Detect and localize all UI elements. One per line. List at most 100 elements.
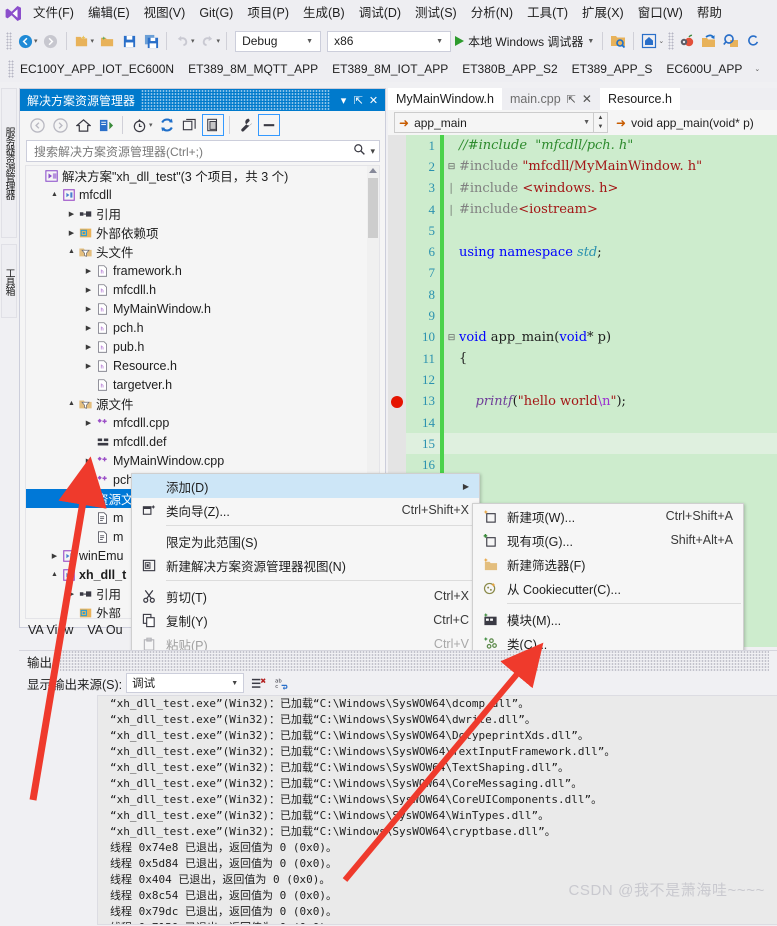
chevron-down-icon[interactable]: ▼ (587, 38, 594, 45)
tree-row[interactable]: ▶ 外部依赖项 (26, 223, 379, 242)
tree-expander-icon[interactable]: ▶ (83, 305, 94, 313)
new-project-dropdown-icon[interactable]: ▾ (91, 37, 95, 45)
search-icon[interactable] (353, 143, 366, 159)
collapse-all-icon[interactable] (179, 114, 201, 136)
toolbar-extra-icon[interactable] (742, 30, 764, 52)
menu-item-edit[interactable]: 编辑(E) (81, 0, 137, 26)
breakpoint-icon[interactable] (391, 395, 403, 408)
fold-marker-icon[interactable]: │ (446, 205, 457, 215)
tree-row[interactable]: ▶ 引用 (26, 204, 379, 223)
code-line[interactable]: 5 (406, 220, 777, 242)
navigate-backward-dropdown-icon[interactable]: ▾ (34, 37, 38, 45)
tree-row[interactable]: ▲ 源文件 (26, 394, 379, 413)
code-line[interactable]: 13 printf("hello world\n"); (406, 390, 777, 412)
tree-expander-icon[interactable]: ▲ (49, 191, 60, 198)
home-icon[interactable] (72, 114, 94, 136)
code-line[interactable]: 15 (406, 433, 777, 455)
titlebar-drag-handle[interactable] (141, 89, 330, 111)
tab-va-view[interactable]: VA View (28, 623, 73, 637)
toolbar-grip[interactable] (6, 32, 12, 50)
tree-expander-icon[interactable]: ▶ (83, 457, 94, 465)
chevron-down-icon[interactable]: ▾ (366, 146, 375, 157)
fold-marker-icon[interactable]: ⊟ (446, 161, 457, 172)
pending-changes-icon[interactable] (128, 114, 150, 136)
output-drag-handle[interactable] (60, 651, 769, 671)
code-line[interactable]: 1 //#include "mfcdll/pch. h" (406, 135, 777, 157)
close-icon[interactable]: ✕ (366, 94, 381, 107)
menu-item-tools[interactable]: 工具(T) (520, 0, 575, 26)
close-icon[interactable]: ✕ (582, 92, 592, 106)
tree-expander-icon[interactable]: ▶ (83, 286, 94, 294)
menu-item-file[interactable]: 文件(F) (26, 0, 81, 26)
forward-icon[interactable] (49, 114, 71, 136)
tree-expander-icon[interactable]: ▶ (83, 362, 94, 370)
context-menu-item[interactable]: 限定为此范围(S) (132, 529, 479, 553)
refresh-folder-icon[interactable] (698, 30, 720, 52)
tree-row[interactable]: h targetver.h (26, 375, 379, 394)
add-submenu-item[interactable]: 新建筛选器(F) (473, 552, 743, 576)
navigation-spinner[interactable]: ▲ ▼ (594, 112, 608, 133)
chevron-down-icon[interactable]: ▾ (336, 94, 351, 107)
project-tab-4[interactable]: ET389_APP_S (572, 62, 653, 76)
back-icon[interactable] (26, 114, 48, 136)
start-debugging-button[interactable]: 本地 Windows 调试器 ▼ (451, 33, 598, 50)
redo-icon[interactable] (197, 30, 219, 52)
context-menu-item[interactable]: 添加(D) ▶ (132, 474, 479, 498)
chevron-down-icon[interactable]: ▾ (149, 121, 153, 129)
tree-expander-icon[interactable]: ▲ (66, 495, 77, 502)
add-submenu-item[interactable]: 模块(M)... (473, 607, 743, 631)
toolbar-grip[interactable] (668, 32, 675, 50)
tree-row[interactable]: ▶ MyMainWindow.cpp (26, 451, 379, 470)
search-input[interactable]: 搜索解决方案资源管理器(Ctrl+;) (34, 143, 353, 160)
search-folder-icon[interactable] (607, 30, 629, 52)
wrap-text-icon[interactable]: ab c (272, 673, 292, 693)
tree-expander-icon[interactable]: ▶ (66, 210, 77, 218)
properties-icon[interactable] (235, 114, 257, 136)
tree-row[interactable]: 解决方案"xh_dll_test"(3 个项目，共 3 个) (26, 166, 379, 185)
undo-dropdown-icon[interactable]: ▾ (191, 37, 195, 45)
tree-row[interactable]: mfcdll.def (26, 432, 379, 451)
toolbar-grip[interactable] (8, 60, 14, 78)
project-tab-0[interactable]: EC100Y_APP_IOT_EC600N (20, 62, 174, 76)
context-menu-item[interactable]: 复制(Y) Ctrl+C (132, 608, 479, 632)
tree-row[interactable]: ▲ mfcdll (26, 185, 379, 204)
spinner-down-icon[interactable]: ▼ (598, 124, 604, 130)
redo-dropdown-icon[interactable]: ▾ (217, 37, 221, 45)
context-menu-item[interactable]: 类向导(Z)... Ctrl+Shift+X (132, 498, 479, 522)
editor-tab-resource-h[interactable]: Resource.h (599, 88, 680, 110)
menu-item-extensions[interactable]: 扩展(X) (575, 0, 631, 26)
tree-expander-icon[interactable]: ▶ (83, 267, 94, 275)
open-file-icon[interactable] (96, 30, 118, 52)
code-line[interactable]: 11 { (406, 347, 777, 370)
save-icon[interactable] (118, 30, 140, 52)
navigate-forward-icon[interactable] (40, 30, 62, 52)
solution-explorer-search-box[interactable]: 搜索解决方案资源管理器(Ctrl+;) ▾ (26, 140, 380, 162)
code-line[interactable]: 3 │ #include <windows. h> (406, 177, 777, 199)
fold-marker-icon[interactable]: ⊟ (446, 332, 457, 343)
menu-item-build[interactable]: 生成(B) (296, 0, 352, 26)
menu-item-help[interactable]: 帮助 (690, 0, 729, 26)
code-line[interactable]: 6 using namespace std; (406, 241, 777, 263)
tree-expander-icon[interactable]: ▲ (66, 248, 77, 255)
code-line[interactable]: 7 (406, 262, 777, 285)
menu-item-window[interactable]: 窗口(W) (631, 0, 690, 26)
output-source-combo[interactable]: 调试 ▼ (126, 673, 245, 693)
code-line[interactable]: 14 (406, 411, 777, 434)
show-all-files-icon[interactable] (201, 114, 224, 136)
save-all-icon[interactable] (140, 30, 162, 52)
project-tab-2[interactable]: ET389_8M_IOT_APP (332, 62, 448, 76)
pin-icon[interactable]: ⇱ (351, 94, 366, 107)
tree-row[interactable]: ▶ h pch.h (26, 318, 379, 337)
tree-row[interactable]: ▶ h Resource.h (26, 356, 379, 375)
sync-with-active-document-icon[interactable] (95, 114, 117, 136)
preview-selected-items-icon[interactable] (257, 114, 280, 136)
code-line[interactable]: 9 (406, 305, 777, 327)
tree-row[interactable]: ▲ 头文件 (26, 242, 379, 261)
bug-icon[interactable] (676, 30, 698, 52)
code-line[interactable]: 8 (406, 284, 777, 306)
tree-expander-icon[interactable]: ▶ (49, 552, 60, 560)
project-tab-1[interactable]: ET389_8M_MQTT_APP (188, 62, 318, 76)
scroll-up-icon[interactable] (369, 168, 377, 173)
tree-expander-icon[interactable]: ▲ (49, 571, 60, 578)
add-submenu-item[interactable]: 现有项(G)... Shift+Alt+A (473, 528, 743, 552)
